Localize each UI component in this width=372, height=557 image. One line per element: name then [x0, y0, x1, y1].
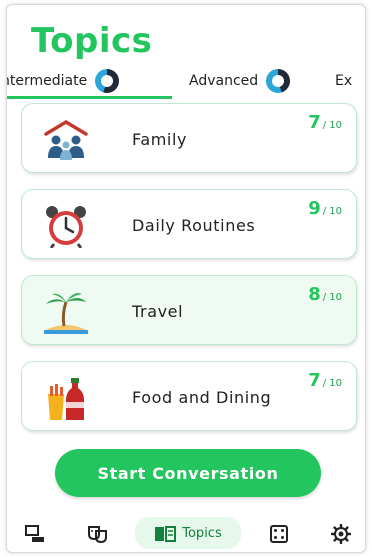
alarm-clock-icon — [46, 206, 86, 248]
score-total: / 10 — [322, 120, 342, 131]
page-title: Topics — [31, 21, 153, 61]
topic-score: 7/ 10 — [308, 112, 342, 133]
score-total: / 10 — [322, 378, 342, 389]
tab-expert-label: Ex — [335, 73, 353, 89]
topic-score: 7/ 10 — [308, 370, 342, 391]
level-tabs: ntermediate Advanced Ex — [7, 63, 365, 99]
masks-icon — [88, 526, 107, 544]
nav-random[interactable] — [265, 521, 293, 547]
tab-expert[interactable]: Ex — [335, 67, 352, 95]
tab-advanced[interactable]: Advanced — [189, 67, 291, 95]
family-icon — [44, 119, 88, 160]
nav-chat[interactable] — [21, 521, 49, 547]
nav-topics[interactable]: Topics — [135, 517, 241, 549]
score-value: 7 — [308, 112, 321, 133]
palm-beach-icon — [44, 293, 88, 334]
nav-roleplay[interactable] — [83, 521, 111, 547]
score-total: / 10 — [322, 206, 342, 217]
food-drink-icon — [48, 378, 84, 420]
topic-label: Travel — [132, 302, 184, 321]
topic-score: 8/ 10 — [308, 284, 342, 305]
topic-label: Daily Routines — [132, 216, 256, 235]
tab-intermediate[interactable]: ntermediate — [7, 67, 120, 95]
topic-label: Family — [132, 130, 188, 149]
tab-intermediate-label: ntermediate — [7, 73, 88, 89]
topic-label: Food and Dining — [132, 388, 272, 407]
score-value: 7 — [308, 370, 321, 391]
active-tab-indicator — [7, 96, 172, 99]
topic-score: 9/ 10 — [308, 198, 342, 219]
tab-advanced-label: Advanced — [189, 73, 259, 89]
start-conversation-button[interactable]: Start Conversation — [55, 449, 321, 497]
topic-card-family[interactable]: Family 7/ 10 — [21, 103, 357, 173]
score-value: 9 — [308, 198, 321, 219]
topic-card-travel[interactable]: Travel 8/ 10 — [21, 275, 357, 345]
settings-icon — [331, 524, 351, 544]
chat-icon — [25, 525, 44, 542]
nav-topics-label: Topics — [182, 525, 222, 541]
score-total: / 10 — [322, 292, 342, 303]
progress-ring-icon — [266, 69, 291, 93]
bottom-nav: Topics — [7, 511, 365, 552]
topic-card-food-and-dining[interactable]: Food and Dining 7/ 10 — [21, 361, 357, 431]
score-value: 8 — [308, 284, 321, 305]
book-icon — [155, 526, 177, 542]
app-screen: Topics ntermediate Advanced Ex Family 7 … — [6, 4, 366, 553]
nav-settings[interactable] — [327, 521, 355, 547]
topic-card-daily-routines[interactable]: Daily Routines 9/ 10 — [21, 189, 357, 259]
progress-ring-icon — [95, 69, 120, 93]
dice-icon — [270, 525, 288, 543]
